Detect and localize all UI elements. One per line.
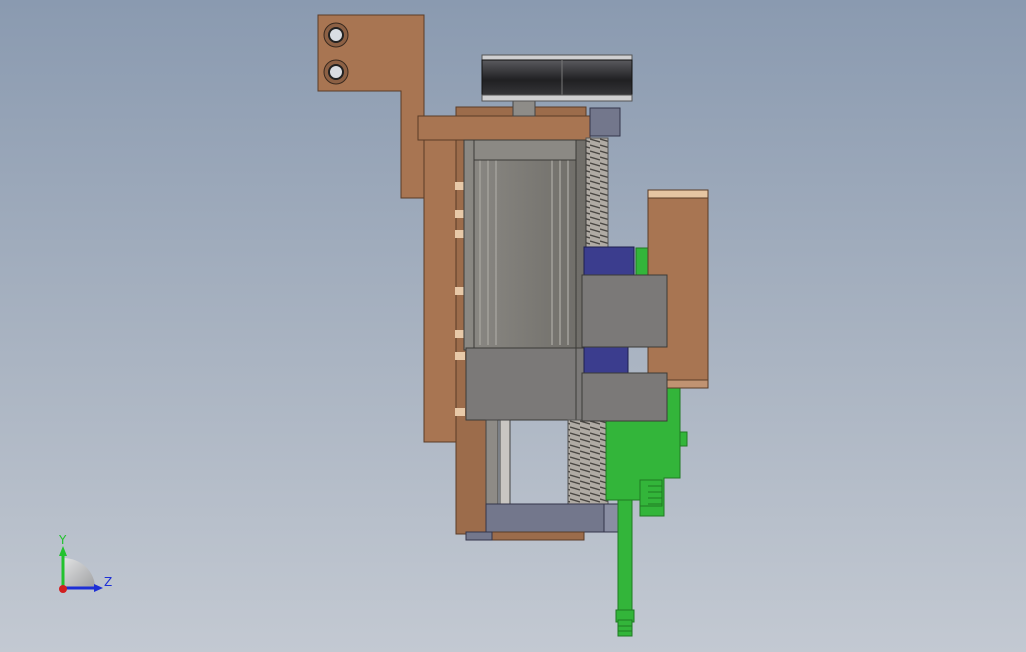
stepper-motor[interactable] [463, 139, 587, 351]
cad-viewport[interactable]: Y Z [0, 0, 1026, 652]
bearing-block-lower[interactable] [583, 344, 629, 374]
z-axis-label: Z [104, 575, 112, 589]
lead-screw-upper [585, 137, 609, 249]
bearing-block-upper[interactable] [583, 246, 635, 278]
lead-screw-lower [567, 419, 609, 505]
x-axis-dot [59, 585, 67, 593]
mounting-bracket[interactable] [317, 14, 425, 199]
y-axis-label: Y [58, 533, 67, 547]
bolt-hole-top [323, 22, 349, 48]
clamp-block-upper[interactable] [581, 274, 668, 348]
mechanism-assembly[interactable] [317, 14, 709, 637]
guide-rods [485, 419, 511, 505]
bottom-plate[interactable] [465, 503, 619, 541]
clamp-block-lower[interactable] [581, 372, 668, 422]
top-plate[interactable] [417, 106, 591, 141]
model-canvas[interactable]: Y Z [0, 0, 1026, 652]
motor-end-block[interactable] [465, 347, 585, 421]
bolt-hole-bottom [323, 59, 349, 85]
axis-triad[interactable]: Y Z [58, 533, 112, 593]
